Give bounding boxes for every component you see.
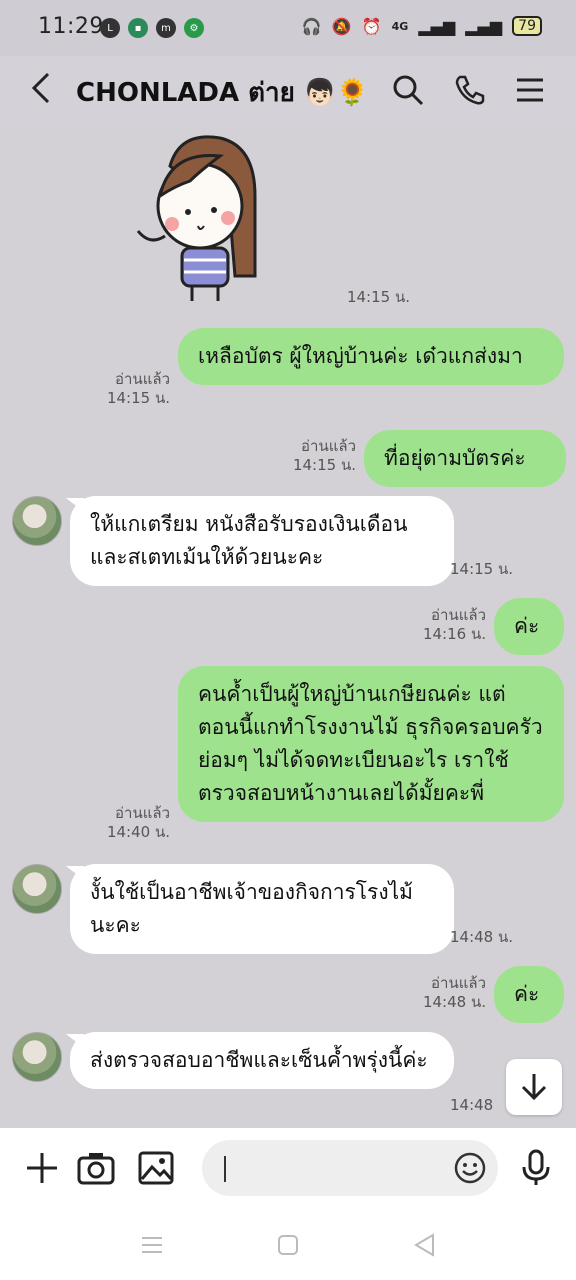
network-label: 4G: [391, 19, 409, 33]
incoming-message-bubble[interactable]: ให้แกเตรียม หนังสือรับรองเงินเดือนและสเต…: [70, 496, 454, 586]
read-label: อ่านแล้ว: [431, 606, 486, 624]
text-caret: [224, 1156, 226, 1182]
message-time: 14:16 น.: [422, 625, 486, 643]
emoji-icon[interactable]: [454, 1152, 486, 1188]
line-notification-icon: L: [100, 18, 120, 38]
status-right: 🎧 🔕 ⏰ 4G ▂▄▆ ▂▄▆ 79: [302, 16, 542, 36]
alarm-icon: ⏰: [361, 16, 382, 36]
outgoing-message-bubble[interactable]: คนค้ำเป็นผู้ใหญ่บ้านเกษียณค่ะ แต่ตอนนี้แ…: [178, 666, 564, 822]
notification-icons: L ▪ m ⚙: [100, 18, 204, 38]
status-time: 11:29: [38, 14, 104, 39]
read-label: อ่านแล้ว: [431, 974, 486, 992]
outgoing-message-bubble[interactable]: ค่ะ: [494, 966, 564, 1023]
system-nav-bar: [0, 1208, 576, 1280]
scroll-to-bottom-button[interactable]: [506, 1059, 562, 1115]
recent-apps-icon[interactable]: [138, 1232, 166, 1258]
settings-notification-icon: ⚙: [184, 18, 204, 38]
incoming-message-bubble[interactable]: ส่งตรวจสอบอาชีพและเซ็นค้ำพรุ่งนี้ค่ะ: [70, 1032, 454, 1089]
incoming-message-bubble[interactable]: งั้นใช้เป็นอาชีพเจ้าของกิจการโรงไม้นะคะ: [70, 864, 454, 954]
mute-icon: 🔕: [331, 16, 352, 36]
message-time: 14:15 น.: [106, 389, 170, 407]
home-icon[interactable]: [274, 1232, 302, 1258]
back-nav-icon[interactable]: [410, 1232, 438, 1258]
outgoing-message-bubble[interactable]: เหลือบัตร ผู้ใหญ่บ้านค่ะ เด๋วแกส่งมา: [178, 328, 564, 385]
message-input-bar: [0, 1128, 576, 1208]
message-read-status: อ่านแล้ว 14:48 น.: [412, 974, 486, 1012]
app-notification-icon: ▪: [128, 18, 148, 38]
message-time: 14:15 น.: [346, 288, 410, 306]
microphone-icon[interactable]: [516, 1148, 556, 1188]
camera-icon[interactable]: [76, 1148, 116, 1188]
avatar[interactable]: [12, 1032, 62, 1082]
messenger-notification-icon: m: [156, 18, 176, 38]
sticker-image: [130, 126, 290, 306]
avatar[interactable]: [12, 496, 62, 546]
menu-icon[interactable]: [510, 70, 550, 110]
avatar[interactable]: [12, 864, 62, 914]
message-time: 14:15 น.: [292, 456, 356, 474]
message-input[interactable]: [202, 1140, 498, 1196]
chat-title: CHONLADA ต่าย 👦🏻🌻: [76, 78, 369, 108]
outgoing-message-bubble[interactable]: ที่อยุ่ตามบัตรค่ะ: [364, 430, 566, 487]
message-time: 14:40 น.: [106, 823, 170, 841]
message-read-status: อ่านแล้ว 14:40 น.: [96, 804, 170, 842]
signal-icon: ▂▄▆: [418, 16, 456, 36]
chat-area[interactable]: 14:15 น. อ่านแล้ว 14:15 น. เหลือบัตร ผู้…: [0, 126, 576, 1128]
message-read-status: อ่านแล้ว 14:16 น.: [412, 606, 486, 644]
image-icon[interactable]: [136, 1148, 176, 1188]
read-label: อ่านแล้ว: [115, 370, 170, 388]
plus-icon[interactable]: [22, 1148, 62, 1188]
signal-icon-2: ▂▄▆: [465, 16, 503, 36]
message-read-status: อ่านแล้ว 14:15 น.: [282, 437, 356, 475]
message-time: 14:48 น.: [450, 928, 514, 946]
headset-icon: 🎧: [301, 16, 322, 36]
outgoing-message-bubble[interactable]: ค่ะ: [494, 598, 564, 655]
back-icon[interactable]: [28, 70, 52, 115]
message-time: 14:48: [450, 1096, 494, 1114]
message-read-status: อ่านแล้ว 14:15 น.: [96, 370, 170, 408]
read-label: อ่านแล้ว: [115, 804, 170, 822]
chat-header: CHONLADA ต่าย 👦🏻🌻: [0, 56, 576, 126]
phone-icon[interactable]: [450, 70, 490, 110]
search-icon[interactable]: [388, 70, 428, 110]
message-time: 14:48 น.: [422, 993, 486, 1011]
battery-icon: 79: [512, 16, 542, 36]
arrow-down-icon: [521, 1074, 547, 1101]
status-bar: 11:29 L ▪ m ⚙ 🎧 🔕 ⏰ 4G ▂▄▆ ▂▄▆ 79: [0, 0, 576, 56]
message-time: 14:15 น.: [450, 560, 514, 578]
read-label: อ่านแล้ว: [301, 437, 356, 455]
